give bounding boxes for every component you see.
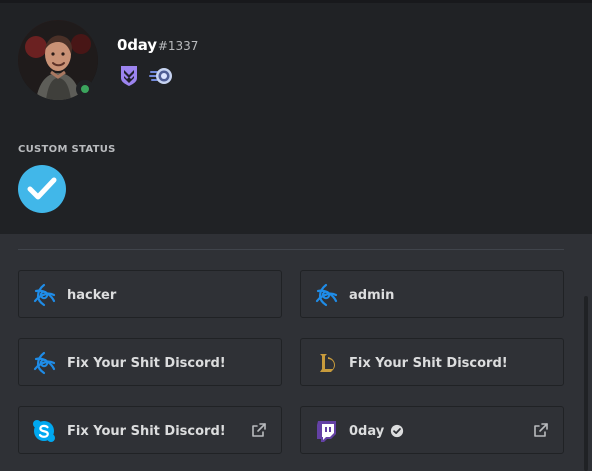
league-of-legends-icon — [320, 354, 335, 372]
verified-badge-icon — [391, 424, 404, 438]
discriminator: #1337 — [157, 39, 199, 53]
connection-name: Fix Your Shit Discord! — [349, 354, 508, 372]
connection-label: Fix Your Shit Discord! — [67, 355, 226, 371]
scrollbar-thumb[interactable] — [584, 296, 588, 471]
top-window-edge — [0, 0, 592, 3]
username: 0day — [117, 36, 157, 54]
skype-icon — [33, 420, 55, 442]
profile-header: 0day #1337 CUSTOM STATUS — [0, 0, 592, 234]
nitro-boost-badge-icon[interactable] — [149, 63, 173, 87]
profile-badges — [117, 63, 173, 87]
connection-label: 0day — [349, 423, 385, 439]
connection-skype-fix-your-shit-discord[interactable]: Fix Your Shit Discord! — [18, 406, 282, 454]
twitch-icon — [317, 421, 336, 442]
connection-battle-net-admin[interactable]: admin — [300, 270, 564, 318]
connection-battle-net-hacker[interactable]: hacker — [18, 270, 282, 318]
online-status-indicator — [76, 80, 94, 98]
connection-name: Fix Your Shit Discord! — [67, 422, 226, 440]
connection-name: Fix Your Shit Discord! — [67, 354, 226, 372]
connection-name: 0day — [349, 422, 404, 440]
connection-name: hacker — [67, 286, 116, 304]
connection-battle-net-fix-your-shit-discord[interactable]: Fix Your Shit Discord! — [18, 338, 282, 386]
connected-accounts: hacker admin Fix Your Shit Discord! Fix … — [18, 270, 564, 454]
hypesquad-bravery-badge-icon[interactable] — [117, 63, 141, 87]
external-link-icon[interactable] — [533, 422, 549, 438]
connection-label: Fix Your Shit Discord! — [67, 423, 226, 439]
connection-label: Fix Your Shit Discord! — [349, 355, 508, 371]
connection-league-of-legends-fix-your-shit-discord[interactable]: Fix Your Shit Discord! — [300, 338, 564, 386]
connection-twitch-0day[interactable]: 0day — [300, 406, 564, 454]
external-link-icon[interactable] — [251, 422, 267, 438]
battle-net-icon — [33, 283, 56, 307]
connection-label: admin — [349, 287, 395, 303]
custom-status-label: CUSTOM STATUS — [18, 144, 116, 155]
connection-label: hacker — [67, 287, 117, 303]
battle-net-icon — [33, 351, 56, 375]
avatar-container[interactable] — [18, 20, 98, 100]
username-line: 0day #1337 — [117, 36, 198, 58]
battle-net-icon — [315, 283, 338, 307]
checkmark-icon — [18, 165, 66, 213]
section-divider — [18, 249, 564, 250]
connection-name: admin — [349, 286, 394, 304]
